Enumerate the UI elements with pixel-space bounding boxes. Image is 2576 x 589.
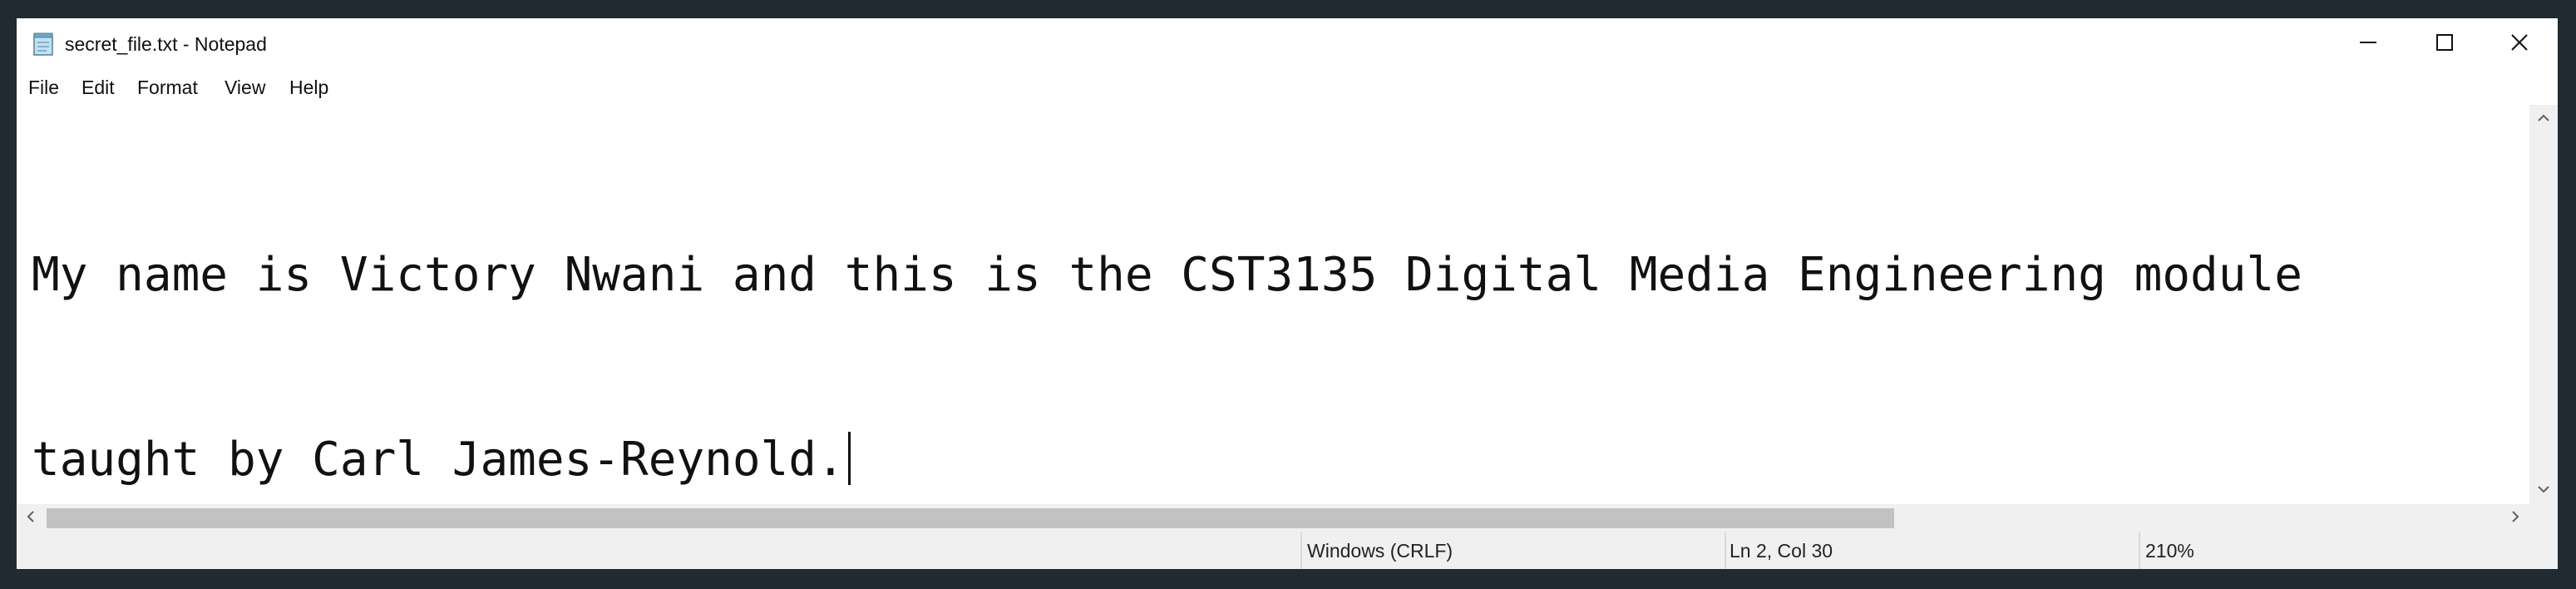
menu-bar: File Edit Format View Help — [17, 70, 2558, 105]
close-icon — [2510, 33, 2529, 56]
text-editor[interactable]: My name is Victory Nwani and this is the… — [17, 105, 2529, 504]
title-bar[interactable]: secret_file.txt - Notepad — [17, 18, 2558, 70]
vertical-scrollbar[interactable] — [2529, 105, 2558, 504]
minimize-button[interactable] — [2330, 18, 2406, 70]
scrollbar-corner — [2529, 504, 2558, 532]
notepad-window: secret_file.txt - Notepad File Edit Form… — [17, 18, 2558, 569]
editor-line: taught by Carl James-Reynold. — [32, 433, 845, 487]
maximize-button[interactable] — [2406, 18, 2483, 70]
menu-format[interactable]: Format — [137, 70, 198, 105]
chevron-right-icon — [2511, 510, 2519, 527]
horizontal-scrollbar[interactable] — [17, 504, 2529, 532]
menu-help[interactable]: Help — [289, 70, 328, 105]
status-divider — [1725, 532, 1726, 569]
maximize-icon — [2435, 33, 2454, 56]
horizontal-scroll-thumb[interactable] — [47, 508, 1894, 528]
chevron-left-icon — [27, 510, 35, 527]
menu-edit[interactable]: Edit — [81, 70, 115, 105]
scroll-right-button[interactable] — [2501, 504, 2529, 532]
status-divider — [2139, 532, 2140, 569]
chevron-up-icon — [2537, 111, 2550, 126]
editor-content[interactable]: My name is Victory Nwani and this is the… — [32, 121, 2526, 504]
status-line-endings: Windows (CRLF) — [1307, 540, 1453, 562]
menu-file[interactable]: File — [28, 70, 59, 105]
editor-line-with-caret: taught by Carl James-Reynold. — [32, 429, 2526, 491]
window-title: secret_file.txt - Notepad — [65, 33, 267, 55]
editor-line: My name is Victory Nwani and this is the… — [32, 248, 2302, 302]
minimize-icon — [2359, 33, 2377, 56]
status-divider — [1300, 532, 1302, 569]
scroll-up-button[interactable] — [2529, 105, 2558, 133]
status-cursor-position: Ln 2, Col 30 — [1730, 540, 1833, 562]
status-zoom: 210% — [2145, 540, 2194, 562]
text-caret — [847, 432, 851, 485]
chevron-down-icon — [2537, 483, 2550, 497]
scroll-left-button[interactable] — [17, 504, 45, 532]
notepad-icon — [32, 32, 55, 57]
menu-view[interactable]: View — [225, 70, 265, 105]
scroll-down-button[interactable] — [2529, 476, 2558, 504]
close-button[interactable] — [2481, 18, 2558, 70]
status-bar: Windows (CRLF) Ln 2, Col 30 210% — [17, 532, 2558, 569]
